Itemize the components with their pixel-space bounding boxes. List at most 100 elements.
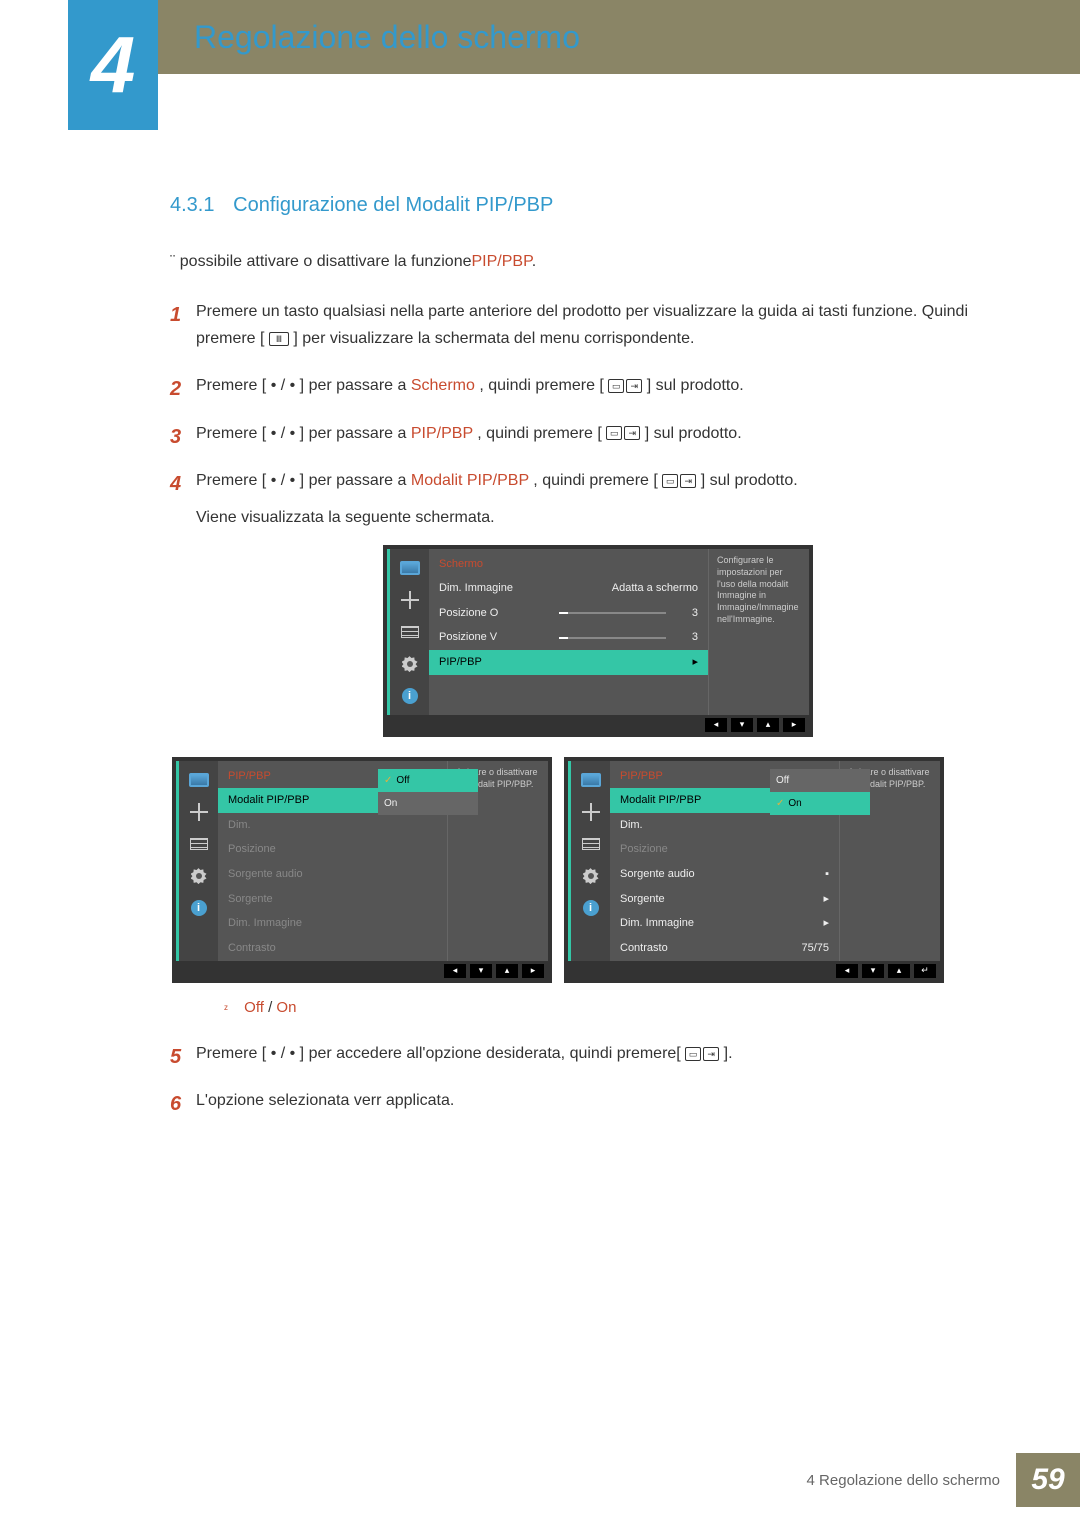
osd-sidebar: i [176,761,218,961]
row-label: Posizione [228,840,338,859]
step-text: Premere [ • / • ] per passare a [196,425,406,442]
osd-sidebar: i [387,549,429,715]
move-icon [399,591,421,609]
row-label: Posizione O [439,604,549,623]
row-label: Modalit PIP/PBP [228,791,338,810]
option-off: Off [770,769,870,792]
osd-row-dim: Dim. [610,813,839,838]
option-off-label: Off [244,999,264,1016]
osd-schermo: i Schermo Dim. Immagine Adatta a schermo… [383,545,813,737]
osd-row-posizione: Posizione [218,837,447,862]
row-label: Dim. Immagine [620,914,730,933]
row-label: Sorgente [620,890,730,909]
step-1: 1 Premere un tasto qualsiasi nella parte… [170,298,1000,352]
nav-down-icon: ▾ [470,964,492,978]
step-5: 5 Premere [ • / • ] per accedere all'opz… [170,1040,1000,1067]
osd-center: PIP/PBP Modalit PIP/PBP Dim. Posizione S… [610,761,839,961]
step-2: 2 Premere [ • / • ] per passare a Scherm… [170,372,1000,399]
osd-row-dim-immagine: Dim. Immagine [218,911,447,936]
chapter-title: Regolazione dello schermo [194,19,580,56]
section-number: 4.3.1 [170,194,214,216]
gear-icon [188,867,210,885]
osd-row-pippbp: PIP/PBP ▸ [429,650,708,675]
enter-source-icon: ▭⇥ [662,474,696,488]
info-icon: i [188,899,210,917]
row-label: PIP/PBP [439,653,549,672]
step-4: 4 Premere [ • / • ] per passare a Modali… [170,467,1000,1020]
enter-source-icon: ▭⇥ [606,426,640,440]
section-title: Configurazione del Modalit PIP/PBP [233,194,553,216]
step-text: , quindi premere [ [477,425,602,442]
row-label: Sorgente audio [228,865,338,884]
chapter-header: 4 Regolazione dello schermo [0,0,1080,130]
osd-pippbp-on: i PIP/PBP Modalit PIP/PBP Dim. Posizione… [564,757,944,983]
step-3: 3 Premere [ • / • ] per passare a PIP/PB… [170,420,1000,447]
nav-left-icon: ◂ [444,964,466,978]
arrow-icon: ▸ [823,890,829,909]
row-label: Sorgente audio [620,865,730,884]
osd-row-contrasto: Contrasto75/75 [610,936,839,961]
osd-row-dim-immagine: Dim. Immagine ▸ [610,911,839,936]
step-text: Premere [ • / • ] per accedere all'opzio… [196,1045,681,1062]
move-icon [580,803,602,821]
monitor-icon [188,771,210,789]
gear-icon [580,867,602,885]
nav-left-icon: ◂ [705,718,727,732]
page-footer: 4 Regolazione dello schermo 59 [807,1453,1080,1507]
enter-source-icon: ▭⇥ [608,379,642,393]
page-number: 59 [1016,1453,1080,1507]
osd-row-sorgente-audio: Sorgente audio [218,862,447,887]
osd-row-sorgente: Sorgente [218,887,447,912]
chapter-number-tab: 4 [68,0,158,130]
nav-up-icon: ▴ [496,964,518,978]
option-bullet: z Off / On [224,995,1000,1021]
step-number: 1 [170,298,181,332]
intro-post: . [532,253,536,270]
osd-row-sorgente: Sorgente ▸ [610,887,839,912]
intro-text: ¨ possibile attivare o disattivare la fu… [170,250,1000,274]
step-text: Premere [ • / • ] per passare a [196,377,406,394]
chapter-title-bar: Regolazione dello schermo [158,0,1080,74]
osd-center: Schermo Dim. Immagine Adatta a schermo P… [429,549,708,715]
step-text: ] sul prodotto. [647,377,744,394]
arrow-icon: ▸ [692,653,698,672]
row-label: Contrasto [228,939,338,958]
step-number: 3 [170,420,181,454]
option-on-label: On [276,999,296,1016]
monitor-icon [580,771,602,789]
option-off: Off [378,769,478,792]
osd-row-sorgente-audio: Sorgente audio ▪ [610,862,839,887]
menu-icon: Ⅲ [269,332,289,346]
step-text: ] sul prodotto. [701,472,798,489]
step-text: L'opzione selezionata verr applicata. [196,1092,454,1109]
row-value: 3 [676,628,698,647]
slider-bar [559,637,666,639]
option-on: On [770,792,870,815]
osd-pair: i PIP/PBP Modalit PIP/PBP Dim. Posizione… [156,757,960,983]
row-label: Dim. [228,816,338,835]
step-text: ] sul prodotto. [645,425,742,442]
osd-row-dim-immagine: Dim. Immagine Adatta a schermo [429,576,708,601]
list-icon [399,623,421,641]
nav-right-icon: ▸ [783,718,805,732]
arrow-icon: ▸ [823,914,829,933]
row-label: Modalit PIP/PBP [620,791,730,810]
step-text: Premere [ • / • ] per passare a [196,472,406,489]
osd-sidebar: i [568,761,610,961]
square-icon: ▪ [825,865,829,884]
osd-option-popup: Off On [378,769,478,815]
list-icon [188,835,210,853]
row-label: Dim. Immagine [439,579,549,598]
osd-row-posizione: Posizione [610,837,839,862]
row-label: Posizione V [439,628,549,647]
slider-bar [559,612,666,614]
info-icon: i [399,687,421,705]
intro-highlight: PIP/PBP [472,253,532,270]
step-number: 2 [170,372,181,406]
osd-nav-bar: ◂ ▾ ▴ ↵ [568,961,940,983]
nav-right-icon: ▸ [522,964,544,978]
intro-pre: ¨ possibile attivare o disattivare la fu… [170,253,472,270]
row-label: Contrasto [620,939,730,958]
osd-nav-bar: ◂ ▾ ▴ ▸ [176,961,548,983]
move-icon [188,803,210,821]
